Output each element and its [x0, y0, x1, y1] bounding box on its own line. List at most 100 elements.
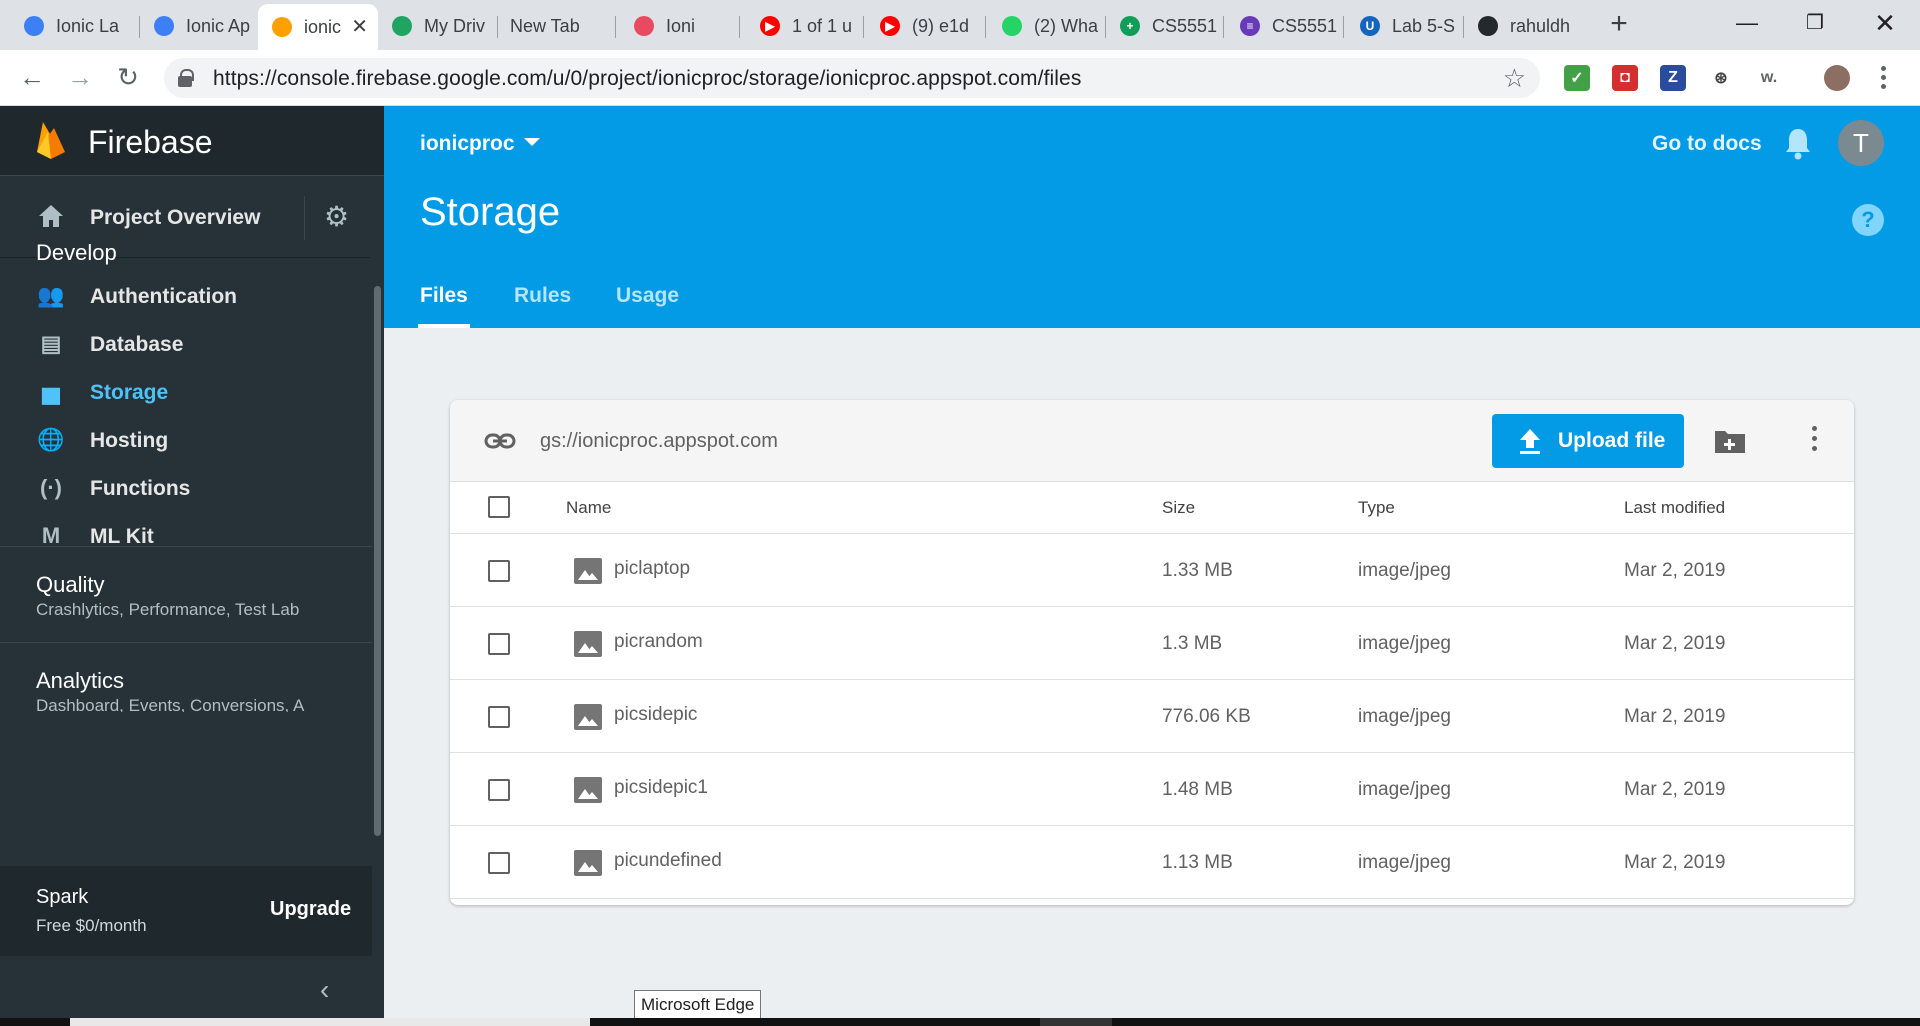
firebase-sidebar: Firebase Project Overview ⚙ Develop 👥 Aut…: [0, 106, 384, 1026]
upload-file-button[interactable]: Upload file: [1492, 414, 1684, 468]
row-checkbox[interactable]: [488, 779, 510, 801]
table-row[interactable]: picundefined 1.13 MB image/jpeg Mar 2, 2019: [450, 826, 1854, 899]
chevron-down-icon[interactable]: [524, 138, 540, 146]
browser-menu-icon[interactable]: [1878, 64, 1888, 92]
address-bar[interactable]: https://console.firebase.google.com/u/0/…: [164, 58, 1540, 98]
bucket-path[interactable]: gs://ionicproc.appspot.com: [540, 430, 778, 453]
tab-files[interactable]: Files: [420, 284, 468, 308]
browser-tab[interactable]: (2) Wha: [988, 6, 1106, 46]
back-arrow-icon[interactable]: ←: [16, 62, 48, 94]
image-file-icon: [574, 631, 602, 657]
file-type: image/jpeg: [1358, 560, 1451, 581]
collapse-sidebar-icon[interactable]: ‹: [320, 974, 329, 1006]
browser-toolbar: ← → ↻ https://console.firebase.google.co…: [0, 50, 1920, 106]
forward-arrow-icon[interactable]: →: [64, 62, 96, 94]
taskbar-item[interactable]: [1040, 1018, 1112, 1026]
table-row[interactable]: picsidepic 776.06 KB image/jpeg Mar 2, 2019: [450, 680, 1854, 753]
row-checkbox[interactable]: [488, 560, 510, 582]
tab-favicon-icon: [24, 16, 44, 36]
browser-tab[interactable]: ▶ (9) e1d: [866, 6, 986, 46]
tab-separator: [985, 16, 986, 38]
browser-tab[interactable]: ≡ CS5551: [1226, 6, 1344, 46]
bell-icon[interactable]: [1784, 126, 1812, 160]
table-row[interactable]: picrandom 1.3 MB image/jpeg Mar 2, 2019: [450, 607, 1854, 680]
shield-extension-icon[interactable]: ✓: [1564, 65, 1590, 91]
new-folder-icon[interactable]: [1714, 428, 1746, 454]
plan-panel: Spark Free $0/month Upgrade: [0, 866, 372, 956]
restore-button[interactable]: ❐: [1792, 4, 1838, 44]
gear-icon[interactable]: ⚙: [324, 203, 349, 231]
tab-favicon-icon: ≡: [1240, 16, 1260, 36]
sidebar-item-functions[interactable]: (·) Functions: [0, 466, 370, 510]
tab-rules[interactable]: Rules: [514, 284, 571, 308]
sidebar-item-label: Functions: [90, 477, 191, 500]
close-tab-icon[interactable]: ✕: [351, 14, 368, 39]
taskbar-item[interactable]: [70, 1018, 590, 1026]
select-all-checkbox[interactable]: [488, 496, 510, 518]
upload-icon: [1520, 429, 1540, 454]
new-tab-button[interactable]: +: [1604, 9, 1634, 40]
browser-tab[interactable]: rahuldh: [1464, 6, 1584, 46]
project-overview-label[interactable]: Project Overview: [90, 206, 260, 230]
upgrade-button[interactable]: Upgrade: [270, 898, 351, 921]
zotero-extension-icon[interactable]: Z: [1660, 65, 1686, 91]
file-name[interactable]: picundefined: [614, 850, 722, 872]
file-name[interactable]: picsidepic: [614, 704, 697, 726]
sidebar-item-database[interactable]: ▤ Database: [0, 322, 370, 366]
quality-section-title[interactable]: Quality: [36, 572, 104, 598]
sidebar-item-label: Hosting: [90, 429, 169, 452]
project-selector[interactable]: ionicproc: [420, 132, 515, 156]
firebase-flame-icon: [37, 122, 65, 159]
table-row[interactable]: picsidepic1 1.48 MB image/jpeg Mar 2, 2019: [450, 753, 1854, 826]
browser-tab[interactable]: Ioni: [620, 6, 740, 46]
file-name[interactable]: picrandom: [614, 631, 703, 653]
browser-tab[interactable]: ▶ 1 of 1 u: [746, 6, 864, 46]
more-options-icon[interactable]: [1812, 424, 1818, 458]
minimize-button[interactable]: —: [1724, 4, 1770, 44]
url-text[interactable]: https://console.firebase.google.com/u/0/…: [213, 67, 1081, 91]
develop-section-title[interactable]: Develop: [36, 240, 117, 266]
file-name[interactable]: picsidepic1: [614, 777, 708, 799]
w-extension-icon[interactable]: w.: [1756, 65, 1782, 91]
bookmark-star-icon[interactable]: ☆: [1503, 63, 1526, 94]
tab-favicon-icon: U: [1360, 16, 1380, 36]
link-icon[interactable]: [484, 428, 516, 454]
file-name[interactable]: piclaptop: [614, 558, 690, 580]
browser-tab[interactable]: Ionic Ap: [140, 6, 255, 46]
sidebar-item-authentication[interactable]: 👥 Authentication: [0, 274, 370, 318]
close-window-button[interactable]: ✕: [1862, 4, 1908, 44]
sidebar-item-storage[interactable]: ▅ Storage: [0, 370, 370, 414]
table-row[interactable]: piclaptop 1.33 MB image/jpeg Mar 2, 2019: [450, 534, 1854, 607]
tab-usage[interactable]: Usage: [616, 284, 679, 308]
sidebar-item-hosting[interactable]: 🌐 Hosting: [0, 418, 370, 462]
column-header-size[interactable]: Size: [1162, 498, 1195, 518]
browser-tab[interactable]: Ionic La: [10, 6, 140, 46]
go-to-docs-link[interactable]: Go to docs: [1652, 132, 1762, 156]
browser-tab[interactable]: ionic ✕: [258, 4, 378, 50]
analytics-section-title[interactable]: Analytics: [36, 668, 124, 694]
firebase-brand[interactable]: Firebase: [88, 124, 213, 161]
browser-tab[interactable]: My Driv: [378, 6, 498, 46]
column-header-last-modified[interactable]: Last modified: [1624, 498, 1725, 518]
profile-avatar-icon[interactable]: [1824, 65, 1850, 91]
column-header-name[interactable]: Name: [566, 498, 611, 518]
tab-title: Ioni: [666, 15, 696, 36]
avatar[interactable]: T: [1838, 120, 1884, 166]
reload-icon[interactable]: ↻: [112, 62, 144, 94]
help-icon[interactable]: ?: [1852, 204, 1884, 236]
files-toolbar: gs://ionicproc.appspot.com Upload file: [450, 400, 1854, 482]
page-title: Storage: [420, 190, 561, 234]
sidebar-item-ml-kit[interactable]: M ML Kit: [0, 514, 370, 558]
row-checkbox[interactable]: [488, 633, 510, 655]
pocket-extension-icon[interactable]: ◘: [1612, 65, 1638, 91]
tab-favicon-icon: [154, 16, 174, 36]
openai-extension-icon[interactable]: ⊛: [1708, 65, 1734, 91]
row-checkbox[interactable]: [488, 706, 510, 728]
browser-tab[interactable]: + CS5551: [1106, 6, 1224, 46]
row-checkbox[interactable]: [488, 852, 510, 874]
column-header-type[interactable]: Type: [1358, 498, 1395, 518]
browser-tab[interactable]: New Tab: [496, 6, 616, 46]
browser-tab[interactable]: U Lab 5-S: [1346, 6, 1464, 46]
divider: [304, 196, 305, 240]
sidebar-scrollbar[interactable]: [374, 286, 381, 836]
